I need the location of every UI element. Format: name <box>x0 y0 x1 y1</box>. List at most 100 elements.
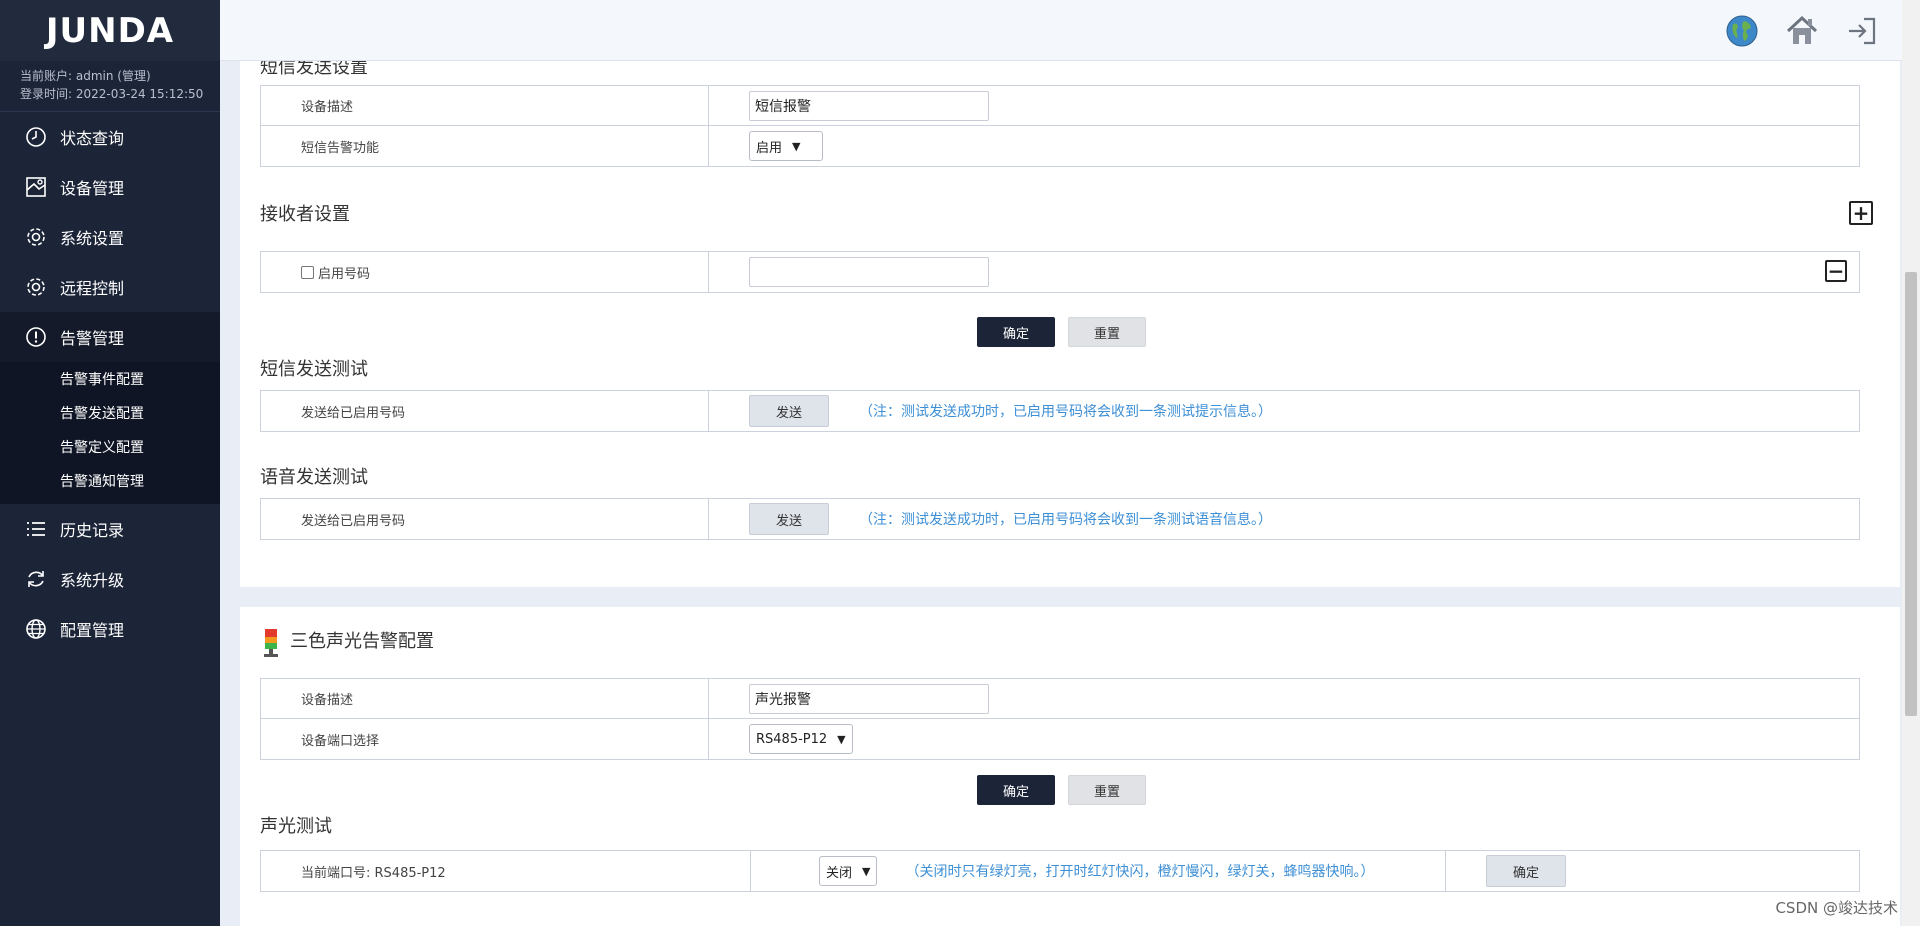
sms-test-row: 发送给已启用号码 发送 （注：测试发送成功时，已启用号码将会收到一条测试提示信息… <box>261 391 1859 431</box>
voice-test-cell: 发送 （注：测试发送成功时，已启用号码将会收到一条测试语音信息。） <box>709 499 1859 539</box>
sidebar: JUNDA 当前账户: admin (管理) 登录时间: 2022-03-24 … <box>0 0 220 926</box>
voice-test-row: 发送给已启用号码 发送 （注：测试发送成功时，已启用号码将会收到一条测试语音信息… <box>261 499 1859 539</box>
tricolor-section-title: 三色声光告警配置 <box>290 631 434 652</box>
sms-desc-row: 设备描述 <box>261 86 1859 126</box>
nav-history[interactable]: 历史记录 <box>0 504 220 554</box>
sms-desc-cell <box>709 86 1859 125</box>
sms-test-cell: 发送 （注：测试发送成功时，已启用号码将会收到一条测试提示信息。） <box>709 391 1859 431</box>
chevron-down-icon: ▼ <box>862 864 871 878</box>
logo-text: JUNDA <box>45 10 175 51</box>
chevron-down-icon: ▼ <box>837 732 846 746</box>
sms-send-button[interactable]: 发送 <box>749 395 829 427</box>
subnav-alarm-define[interactable]: 告警定义配置 <box>0 430 220 464</box>
tricolor-reset-button[interactable]: 重置 <box>1068 775 1146 805</box>
subnav-alarm-event[interactable]: 告警事件配置 <box>0 362 220 396</box>
add-receiver-icon[interactable]: + <box>1849 201 1873 225</box>
globe-icon <box>24 617 48 641</box>
scrollbar-thumb[interactable] <box>1905 272 1917 716</box>
voice-test-note: （注：测试发送成功时，已启用号码将会收到一条测试语音信息。） <box>859 512 1272 528</box>
main-content: 短信发送设置 设备描述 短信告警功能 启用 ▼ 接收者设置 + <box>220 61 1900 926</box>
refresh-icon <box>24 567 48 591</box>
nav-config-label: 配置管理 <box>60 621 125 640</box>
nav-config[interactable]: 配置管理 <box>0 604 220 654</box>
tricolor-desc-label: 设备描述 <box>261 679 709 718</box>
list-icon <box>24 517 48 541</box>
tricolor-port-row: 设备端口选择 RS485-P12 ▼ <box>261 719 1859 759</box>
sms-test-label: 发送给已启用号码 <box>261 391 709 431</box>
watermark: CSDN @竣达技术 <box>1775 899 1898 917</box>
light-test-table: 当前端口号: RS485-P12 关闭 ▼ （关闭时只有绿灯亮，打开时红灯快闪，… <box>260 850 1860 892</box>
nav-system-label: 系统设置 <box>60 229 125 248</box>
alert-icon <box>24 325 48 349</box>
current-user: 当前账户: admin (管理) <box>20 69 151 83</box>
tricolor-confirm-button[interactable]: 确定 <box>977 775 1055 805</box>
subnav-alarm-send[interactable]: 告警发送配置 <box>0 396 220 430</box>
tricolor-desc-row: 设备描述 <box>261 679 1859 719</box>
nav-upgrade[interactable]: 系统升级 <box>0 554 220 604</box>
tricolor-port-label: 设备端口选择 <box>261 719 709 759</box>
page-scrollbar[interactable] <box>1902 0 1920 926</box>
receiver-number-cell: − <box>709 252 1859 292</box>
globe-language-icon[interactable] <box>1724 13 1760 49</box>
sms-reset-button[interactable]: 重置 <box>1068 317 1146 347</box>
nav-system[interactable]: 系统设置 <box>0 212 220 262</box>
nav-status-label: 状态查询 <box>60 129 125 148</box>
sms-confirm-button[interactable]: 确定 <box>977 317 1055 347</box>
device-map-icon <box>24 175 48 199</box>
top-header <box>220 0 1920 61</box>
light-test-title: 声光测试 <box>260 816 332 837</box>
chevron-down-icon: ▼ <box>792 139 801 153</box>
light-state-value: 关闭 <box>826 865 853 881</box>
receiver-section-title: 接收者设置 <box>260 204 350 225</box>
tricolor-port-cell: RS485-P12 ▼ <box>709 719 1859 759</box>
logo: JUNDA <box>0 0 220 61</box>
sms-desc-input[interactable] <box>749 90 989 121</box>
subnav-alarm-notify[interactable]: 告警通知管理 <box>0 464 220 498</box>
nav-alarm[interactable]: 告警管理 <box>0 312 220 362</box>
light-state-cell: 关闭 ▼ （关闭时只有绿灯亮，打开时红灯快闪，橙灯慢闪，绿灯关，蜂鸣器快响。） <box>751 851 1446 891</box>
nav-group-alarm: 告警管理 告警事件配置 告警发送配置 告警定义配置 告警通知管理 <box>0 312 220 504</box>
voice-test-label: 发送给已启用号码 <box>261 499 709 539</box>
enable-number-label: 启用号码 <box>318 266 371 282</box>
alarm-light-icon <box>262 629 280 661</box>
voice-test-title: 语音发送测试 <box>260 467 368 488</box>
nav-status[interactable]: 状态查询 <box>0 112 220 162</box>
sms-func-select[interactable]: 启用 ▼ <box>749 131 823 161</box>
logout-icon[interactable] <box>1844 13 1880 49</box>
nav-device[interactable]: 设备管理 <box>0 162 220 212</box>
sms-desc-label: 设备描述 <box>261 86 709 125</box>
nav-upgrade-label: 系统升级 <box>60 571 125 590</box>
nav-remote[interactable]: 远程控制 <box>0 262 220 312</box>
sms-test-title: 短信发送测试 <box>260 359 368 380</box>
receiver-table: 启用号码 − <box>260 251 1860 293</box>
tricolor-settings-table: 设备描述 设备端口选择 RS485-P12 ▼ <box>260 678 1860 760</box>
home-icon[interactable] <box>1784 13 1820 49</box>
voice-send-button[interactable]: 发送 <box>749 503 829 535</box>
sms-panel: 短信发送设置 设备描述 短信告警功能 启用 ▼ 接收者设置 + <box>240 61 1900 587</box>
tricolor-panel: 三色声光告警配置 设备描述 设备端口选择 RS485-P12 ▼ 确定 重置 <box>240 607 1900 926</box>
enable-number-checkbox[interactable] <box>301 265 314 279</box>
light-apply-cell: 确定 <box>1446 851 1859 891</box>
tricolor-port-select[interactable]: RS485-P12 ▼ <box>749 724 853 754</box>
receiver-row: 启用号码 − <box>261 252 1859 292</box>
gear-icon <box>24 275 48 299</box>
current-port-label: 当前端口号: RS485-P12 <box>261 851 751 891</box>
header-icons <box>1724 13 1880 49</box>
light-state-select[interactable]: 关闭 ▼ <box>819 856 878 886</box>
sms-func-cell: 启用 ▼ <box>709 126 1859 166</box>
nav-device-label: 设备管理 <box>60 179 125 198</box>
nav-alarm-label: 告警管理 <box>60 329 125 348</box>
alarm-submenu: 告警事件配置 告警发送配置 告警定义配置 告警通知管理 <box>0 362 220 504</box>
remove-receiver-icon[interactable]: − <box>1825 260 1847 282</box>
gear-icon <box>24 225 48 249</box>
sms-func-label: 短信告警功能 <box>261 126 709 166</box>
light-test-note: （关闭时只有绿灯亮，打开时红灯快闪，橙灯慢闪，绿灯关，蜂鸣器快响。） <box>905 864 1375 880</box>
tricolor-desc-cell <box>709 679 1859 718</box>
login-time: 登录时间: 2022-03-24 15:12:50 <box>20 87 204 101</box>
light-apply-button[interactable]: 确定 <box>1486 855 1566 887</box>
nav-remote-label: 远程控制 <box>60 279 125 298</box>
tricolor-desc-input[interactable] <box>749 683 989 714</box>
receiver-enable-cell: 启用号码 <box>261 252 709 292</box>
receiver-number-input[interactable] <box>749 257 989 287</box>
clock-icon <box>24 125 48 149</box>
